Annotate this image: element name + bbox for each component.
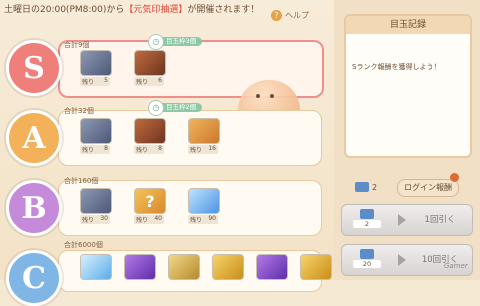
reward-item[interactable] [80,254,112,280]
rank-badge: C [6,250,62,306]
reward-item[interactable]: 残り 5 [80,50,126,86]
event-banner: 土曜日の20:00(PM8:00)から【元気印抽選】が開催されます！ [4,4,264,16]
rank-total: 合計9個 [64,41,90,49]
hero-card-icon [80,50,112,76]
pull-ten-button[interactable]: 20 10回引く [341,244,473,276]
reward-item[interactable] [168,254,200,280]
ticket-icon [360,249,374,259]
notification-dot [450,173,459,182]
rank-total: 合計6000個 [64,241,103,249]
reward-item[interactable]: 残り 30 [80,188,126,224]
feature-tag-label: 目玉枠2個 [166,103,197,111]
pull-label: 10回引く [421,255,459,265]
potion-icon [124,254,156,280]
item-count: 残り 8 [134,145,164,154]
chest-icon [134,118,166,144]
item-list: 残り 8 残り 8 残り 16 [80,118,234,154]
pull-cost: 20 [352,249,382,271]
watermark: Gamer [444,262,468,270]
item-list: 残り 30 ? 残り 40 残り 90 [80,188,234,224]
reward-item[interactable]: 残り 8 [134,118,180,154]
rank-total: 合計32個 [64,107,94,115]
item-count: 残り 6 [134,77,164,86]
rank-row-s: S 合計9個 ◷ 目玉枠3個 残り 5 残り 6 [0,30,334,120]
rank-badge: B [6,180,62,236]
clock-icon: ◷ [148,34,164,50]
crystal-icon [80,254,112,280]
item-count: 残り 40 [134,215,164,224]
feature-tag: ◷ 目玉枠2個 [148,100,203,116]
arrow-icon [398,214,406,226]
hero-card-icon [80,188,112,214]
reward-item[interactable]: ? 残り 40 [134,188,180,224]
record-card: 目玉記録 Sランク報酬を獲得しよう！ [344,14,472,158]
book-icon [188,118,220,144]
ticket-icon [355,182,369,192]
help-button[interactable]: ? ヘルプ [271,10,309,21]
reward-item[interactable]: 残り 90 [188,188,234,224]
item-list [80,254,332,280]
hero-card-icon [80,118,112,144]
rank-row-c: C 合計6000個 [0,240,334,306]
reward-item[interactable] [300,254,332,280]
reward-item[interactable]: 残り 16 [188,118,234,154]
ticket-count-value: 2 [372,182,378,192]
help-label: ヘルプ [285,11,309,20]
reward-item[interactable]: 残り 6 [134,50,180,86]
rank-badge: A [6,110,62,166]
item-count: 残り 8 [80,145,110,154]
item-count: 残り 90 [188,215,218,224]
ticket-count: 2 [355,182,377,192]
item-count: 残り 16 [188,145,218,154]
rank-total: 合計160個 [64,177,99,185]
reward-item[interactable]: 残り 8 [80,118,126,154]
rank-row-a: A 合計32個 ◷ 目玉枠2個 残り 8 残り 8 残り 16 [0,100,334,166]
pull-cost-value: 2 [353,220,381,228]
banner-highlight: 【元気印抽選】 [124,5,188,15]
item-count: 残り 5 [80,77,110,86]
reward-item[interactable] [212,254,244,280]
pull-once-button[interactable]: 2 1回引く [341,204,473,236]
feature-tag: ◷ 目玉枠3個 [148,34,203,50]
item-count: 残り 30 [80,215,110,224]
potion-icon [256,254,288,280]
record-title: 目玉記録 [346,16,470,34]
gem-icon [188,188,220,214]
reward-item[interactable] [124,254,156,280]
chest-icon [134,50,166,76]
login-bonus-button[interactable]: ログイン報酬 [397,179,459,197]
banner-text-after: が開催されます！ [187,5,260,15]
clock-icon: ◷ [148,100,164,116]
question-icon: ? [271,10,282,21]
ticket-icon [360,209,374,219]
pull-cost-value: 20 [353,260,381,268]
banner-text: 土曜日の20:00(PM8:00)から [4,5,125,15]
pull-cost: 2 [352,209,382,231]
rank-badge: S [6,40,62,96]
pull-label: 1回引く [424,215,456,225]
medal-icon [212,254,244,280]
item-list: 残り 5 残り 6 [80,50,180,86]
rank-row-b: B 合計160個 残り 30 ? 残り 40 残り 90 [0,170,334,236]
feature-tag-label: 目玉枠3個 [166,37,197,45]
medal-icon [300,254,332,280]
arrow-icon [398,254,406,266]
record-message: Sランク報酬を獲得しよう！ [352,63,441,71]
scroll-icon [168,254,200,280]
reward-item[interactable] [256,254,288,280]
mystery-box-icon: ? [134,188,166,214]
